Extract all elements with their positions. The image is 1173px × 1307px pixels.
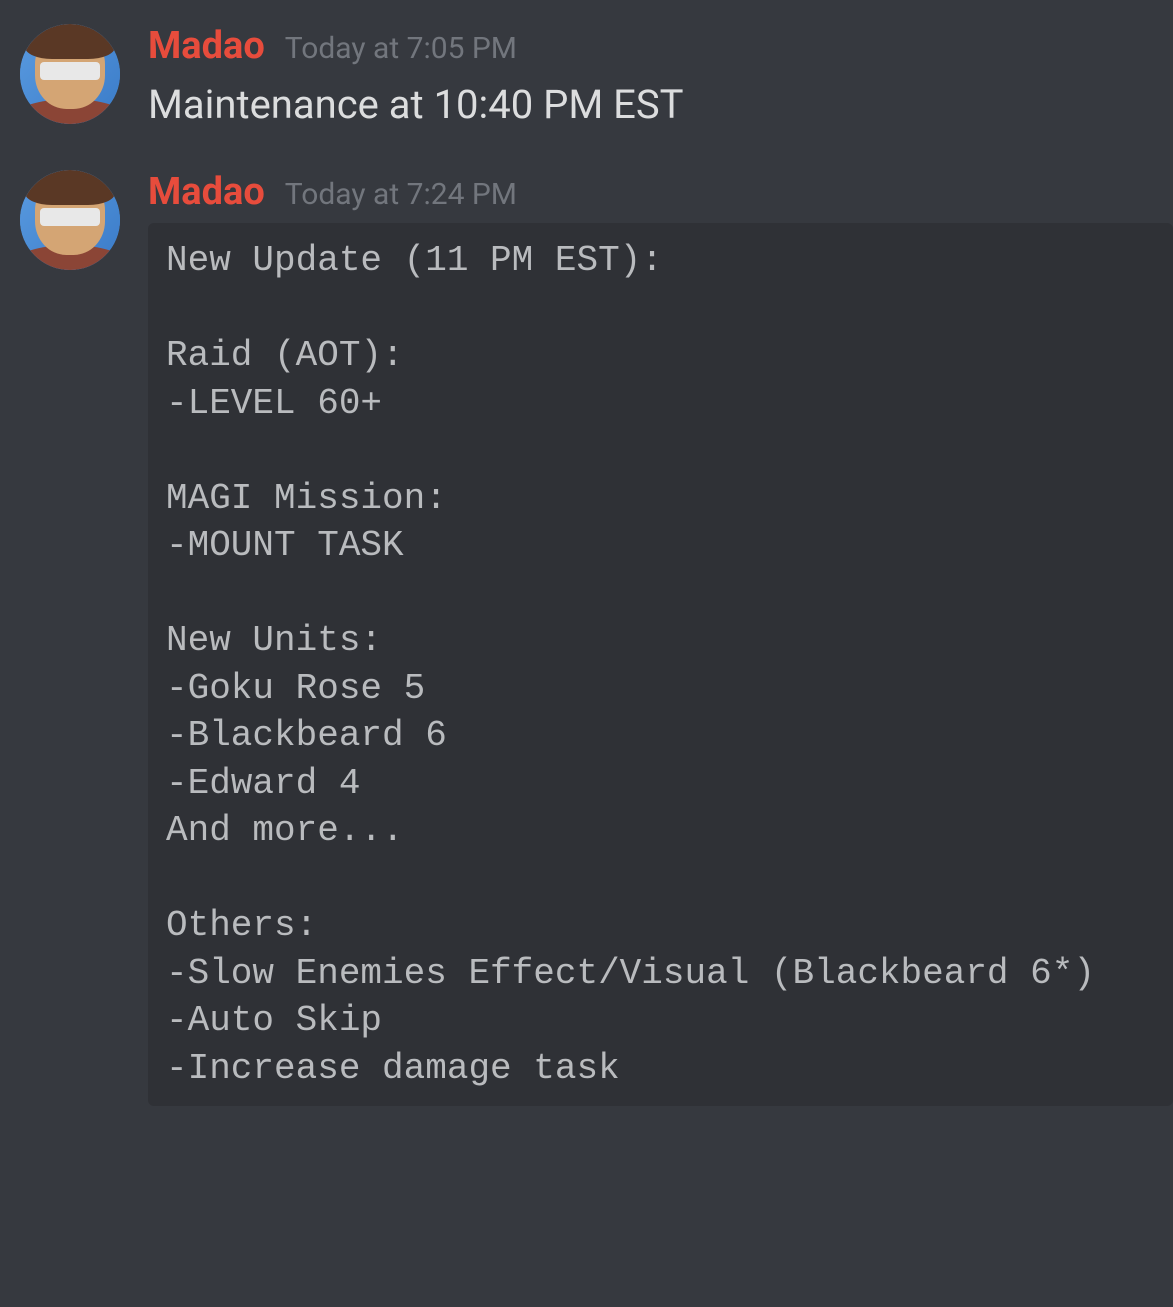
username[interactable]: Madao [148, 170, 265, 216]
chat-message: Madao Today at 7:24 PM New Update (11 PM… [0, 166, 1173, 1111]
timestamp: Today at 7:05 PM [285, 31, 517, 66]
timestamp: Today at 7:24 PM [285, 177, 517, 212]
chat-message: Madao Today at 7:05 PM Maintenance at 10… [0, 20, 1173, 136]
message-content: Madao Today at 7:24 PM New Update (11 PM… [148, 170, 1173, 1107]
message-header: Madao Today at 7:24 PM [148, 170, 1173, 216]
message-header: Madao Today at 7:05 PM [148, 24, 1173, 70]
avatar[interactable] [20, 170, 120, 270]
username[interactable]: Madao [148, 24, 265, 70]
message-content: Madao Today at 7:05 PM Maintenance at 10… [148, 24, 1173, 132]
code-block: New Update (11 PM EST): Raid (AOT): -LEV… [148, 223, 1173, 1106]
message-text: Maintenance at 10:40 PM EST [148, 78, 1173, 132]
avatar[interactable] [20, 24, 120, 124]
